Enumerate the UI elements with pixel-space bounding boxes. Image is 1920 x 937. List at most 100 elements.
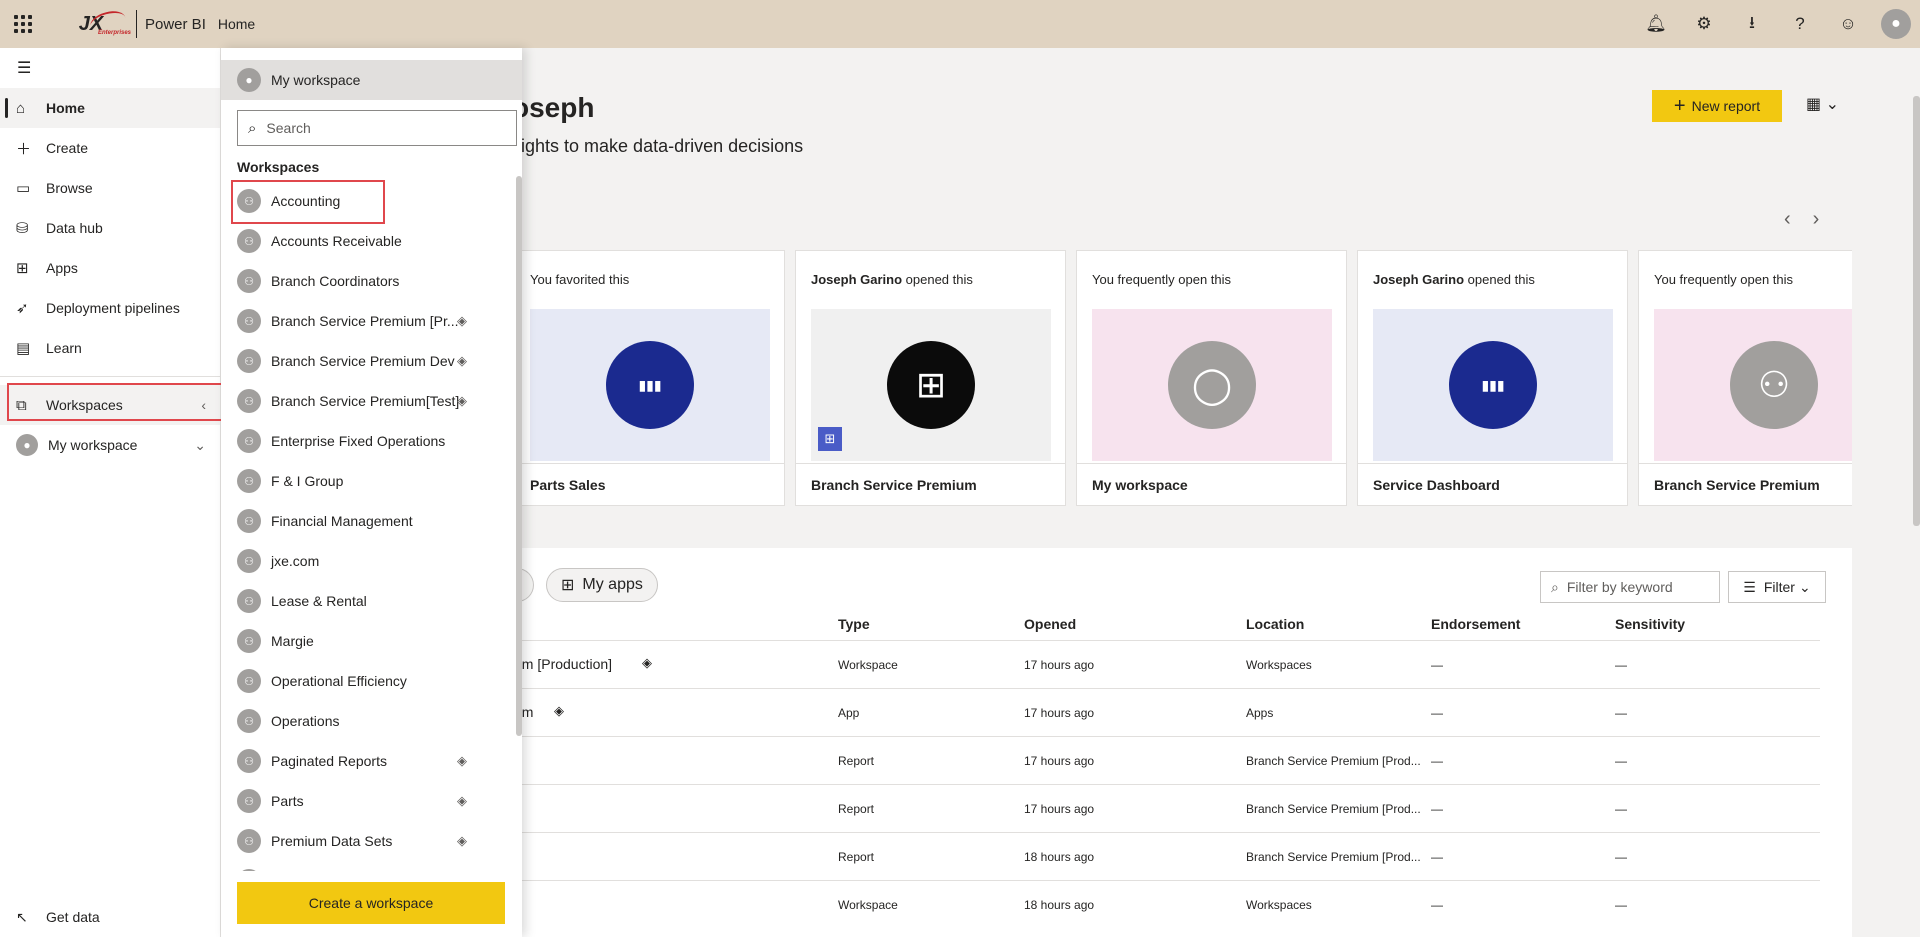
cell-endorsement: — [1431, 706, 1443, 720]
table-row[interactable]: Workspace 18 hours ago Workspaces — — [522, 880, 1820, 928]
workspace-item[interactable]: ⚇ Branch Service Premium[Test] ◈ [221, 381, 522, 421]
left-nav: ☰ ⌂ Home ＋ Create ▭ Browse ⛁ Data hub ⊞ Apps … [0, 48, 221, 937]
workspace-item[interactable]: ⚇ Enterprise Fixed Operations [221, 421, 522, 461]
get-data-button[interactable]: ↖ Get data [16, 905, 100, 929]
smiley-icon[interactable]: ☺︎ [1824, 0, 1872, 48]
filter-button[interactable]: ☰ Filter ⌄ [1728, 571, 1826, 603]
recent-card[interactable]: You frequently open this ◯ My workspace [1076, 250, 1347, 506]
workspace-item[interactable]: ⚇ Operations [221, 701, 522, 741]
recent-card[interactable]: Joseph Garino opened this ▮▮▮ Service Dash… [1357, 250, 1628, 506]
premium-diamond-icon: ◈ [554, 703, 564, 718]
table-row[interactable]: um App 17 hours ago Apps — — ◈ [514, 688, 1820, 736]
search-icon: ⌕ [248, 119, 257, 137]
apps-icon: ⊞ [16, 260, 29, 277]
workspace-item[interactable]: ⚇ Branch Service Premium [Pr... ◈ [221, 301, 522, 341]
table-row[interactable]: um [Production] Workspace 17 hours ago Work… [514, 640, 1820, 688]
nav-divider [0, 376, 220, 377]
filter-keyword-input[interactable]: ⌕ Filter by keyword [1540, 571, 1720, 603]
nav-data-hub[interactable]: ⛁ Data hub [0, 208, 220, 248]
cell-type: App [838, 706, 860, 720]
my-apps-pill[interactable]: ⊞ My apps [546, 568, 658, 602]
workspace-item[interactable]: ⚇ Parts ◈ [221, 781, 522, 821]
workspace-icon: ⚇ [237, 549, 261, 573]
chevron-right-icon[interactable]: › [1813, 208, 1842, 230]
account-avatar[interactable]: ● [1872, 0, 1920, 48]
table-row[interactable]: Report 17 hours ago Branch Service Premium… [522, 784, 1820, 832]
workspace-item[interactable]: ⚇ Financial Management [221, 501, 522, 541]
cell-name[interactable]: um [Production] [514, 656, 612, 672]
nav-browse[interactable]: ▭ Browse [0, 168, 220, 208]
workspace-item[interactable]: ⚇ Operational Efficiency [221, 661, 522, 701]
workspace-item[interactable]: ⚇ Accounts Receivable [221, 221, 522, 261]
page-scrollbar[interactable] [1913, 96, 1920, 526]
nav-my-workspace[interactable]: ● My workspace ⌄ [0, 425, 220, 465]
highlight-box [231, 180, 385, 224]
workspace-search-input[interactable]: ⌕ Search [237, 110, 517, 146]
breadcrumb: Home [217, 16, 256, 32]
recent-card[interactable]: You frequently open this ⚇ Branch Service … [1638, 250, 1852, 506]
card-meta-text: opened this [902, 272, 973, 287]
col-endorsement[interactable]: Endorsement [1431, 616, 1520, 632]
cell-opened: 18 hours ago [1024, 898, 1095, 912]
workspace-icon: ⚇ [237, 349, 261, 373]
recent-card[interactable]: Joseph Garino opened this ⊞ ⊞ Branch Servic… [795, 250, 1066, 506]
cell-endorsement: — [1431, 850, 1443, 864]
workspace-item[interactable]: ⚇ F & I Group [221, 461, 522, 501]
nav-deployment-pipelines[interactable]: ➶ Deployment pipelines [0, 288, 220, 328]
flyout-scrollbar[interactable] [516, 176, 522, 736]
recent-cards: ⋮ You favorited this▮▮▮Parts SalesJoseph… [522, 250, 1852, 506]
new-report-button[interactable]: + New report [1652, 90, 1782, 122]
scrollbar-thumb[interactable] [516, 176, 522, 736]
card-thumbnail: ⊞ ⊞ [811, 309, 1051, 461]
col-type[interactable]: Type [838, 616, 870, 632]
nav-apps[interactable]: ⊞ Apps [0, 248, 220, 288]
workspace-icon: ⚇ [237, 469, 261, 493]
nav-learn[interactable]: ▤ Learn [0, 328, 220, 368]
workspace-label: Operations [271, 713, 340, 729]
nav-create[interactable]: ＋ Create [0, 128, 220, 168]
col-sensitivity[interactable]: Sensitivity [1615, 616, 1685, 632]
cell-opened: 17 hours ago [1024, 802, 1095, 816]
workspace-item[interactable]: ⚇ Branch Service Premium Dev ◈ [221, 341, 522, 381]
download-icon[interactable]: ⭳ [1728, 0, 1776, 48]
nav-home[interactable]: ⌂ Home [0, 88, 220, 128]
hamburger-icon[interactable]: ☰ [0, 48, 220, 88]
cell-endorsement: — [1431, 658, 1443, 672]
col-location[interactable]: Location [1246, 616, 1304, 632]
workspace-icon: ⚇ [237, 829, 261, 853]
recent-card[interactable]: You favorited this ▮▮▮ Parts Sales [522, 250, 785, 506]
chevron-down-icon: ⌄ [1825, 96, 1839, 113]
workspace-item[interactable]: ⚇Sales Department [221, 861, 522, 871]
workspace-item[interactable]: ⚇ jxe.com [221, 541, 522, 581]
brand-name[interactable]: Power BI [145, 16, 206, 33]
table-row[interactable]: Report 17 hours ago Branch Service Premium… [522, 736, 1820, 784]
workspace-item[interactable]: ⚇ Lease & Rental [221, 581, 522, 621]
col-opened[interactable]: Opened [1024, 616, 1076, 632]
company-logo[interactable]: JX Enterprises [46, 0, 136, 48]
bell-icon[interactable]: 🔔︎ [1632, 0, 1680, 48]
help-icon[interactable]: ? [1776, 0, 1824, 48]
nav-label: Browse [46, 180, 93, 196]
workspace-icon: ⚇ [237, 269, 261, 293]
workspace-item[interactable]: ⚇ Branch Coordinators [221, 261, 522, 301]
premium-diamond-icon: ◈ [642, 655, 652, 670]
chevron-left-icon[interactable]: ‹ [1784, 208, 1813, 230]
view-toggle[interactable]: ▦ ⌄ [1806, 94, 1839, 114]
workspace-label: Branch Service Premium [Pr... [271, 313, 459, 329]
workspace-label: Parts [271, 793, 304, 809]
card-meta-text: opened this [1464, 272, 1535, 287]
my-workspace-item[interactable]: ● My workspace [221, 60, 522, 100]
plus-icon: ＋ [16, 140, 32, 158]
table-row[interactable]: Report 18 hours ago Branch Service Premium… [522, 832, 1820, 880]
card-meta-text: You frequently open this [1092, 272, 1232, 287]
workspace-item[interactable]: ⚇ Paginated Reports ◈ [221, 741, 522, 781]
create-workspace-button[interactable]: Create a workspace [237, 882, 505, 924]
cell-endorsement: — [1431, 754, 1443, 768]
app-launcher-icon[interactable] [0, 0, 46, 48]
gear-icon[interactable]: ⚙︎ [1680, 0, 1728, 48]
cell-location: Apps [1246, 706, 1274, 720]
workspace-icon: ⚇ [237, 429, 261, 453]
cell-sensitivity: — [1615, 754, 1627, 768]
workspace-item[interactable]: ⚇ Premium Data Sets ◈ [221, 821, 522, 861]
workspace-item[interactable]: ⚇ Margie [221, 621, 522, 661]
